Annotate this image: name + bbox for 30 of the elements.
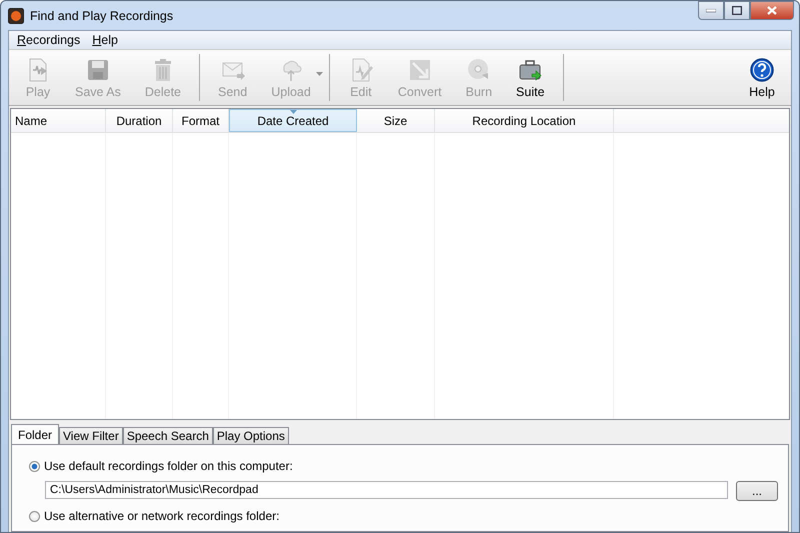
toolbar-button[interactable]: Suite bbox=[504, 50, 557, 105]
maximize-button[interactable] bbox=[724, 1, 750, 20]
minimize-icon bbox=[706, 8, 716, 12]
radio-label: Use default recordings folder on this computer: bbox=[44, 459, 293, 473]
column-header[interactable]: Date Created bbox=[229, 109, 357, 132]
help-button[interactable]: Help bbox=[737, 50, 787, 105]
sort-arrow-icon bbox=[290, 110, 297, 114]
menu-item[interactable]: Help bbox=[86, 33, 124, 47]
tab[interactable]: Play Options bbox=[212, 427, 289, 444]
tab[interactable]: Speech Search bbox=[122, 427, 213, 444]
browse-button[interactable]: ... bbox=[736, 481, 778, 501]
app-icon bbox=[8, 8, 24, 24]
close-icon bbox=[767, 6, 777, 15]
radio-button[interactable] bbox=[29, 510, 40, 522]
column-header[interactable]: Recording Location bbox=[435, 109, 614, 132]
radio-button[interactable] bbox=[29, 460, 40, 472]
maximize-icon bbox=[732, 6, 742, 15]
tab[interactable]: View Filter bbox=[59, 427, 123, 444]
folder-path-field[interactable]: C:\Users\Administrator\Music\Recordpad bbox=[45, 481, 728, 499]
column-header[interactable]: Duration bbox=[106, 109, 173, 132]
caret-icon bbox=[316, 72, 323, 76]
column-header[interactable]: Name bbox=[11, 109, 106, 132]
menu-item[interactable]: Recordings bbox=[11, 33, 86, 47]
radio-label: Use alternative or network recordings folder: bbox=[44, 509, 280, 523]
help-icon bbox=[749, 56, 775, 82]
tab[interactable]: Folder bbox=[11, 424, 60, 444]
minimize-button[interactable] bbox=[698, 1, 724, 20]
column-header[interactable]: Size bbox=[357, 109, 435, 132]
window-title: Find and Play Recordings bbox=[30, 8, 174, 22]
close-button[interactable] bbox=[750, 1, 794, 20]
